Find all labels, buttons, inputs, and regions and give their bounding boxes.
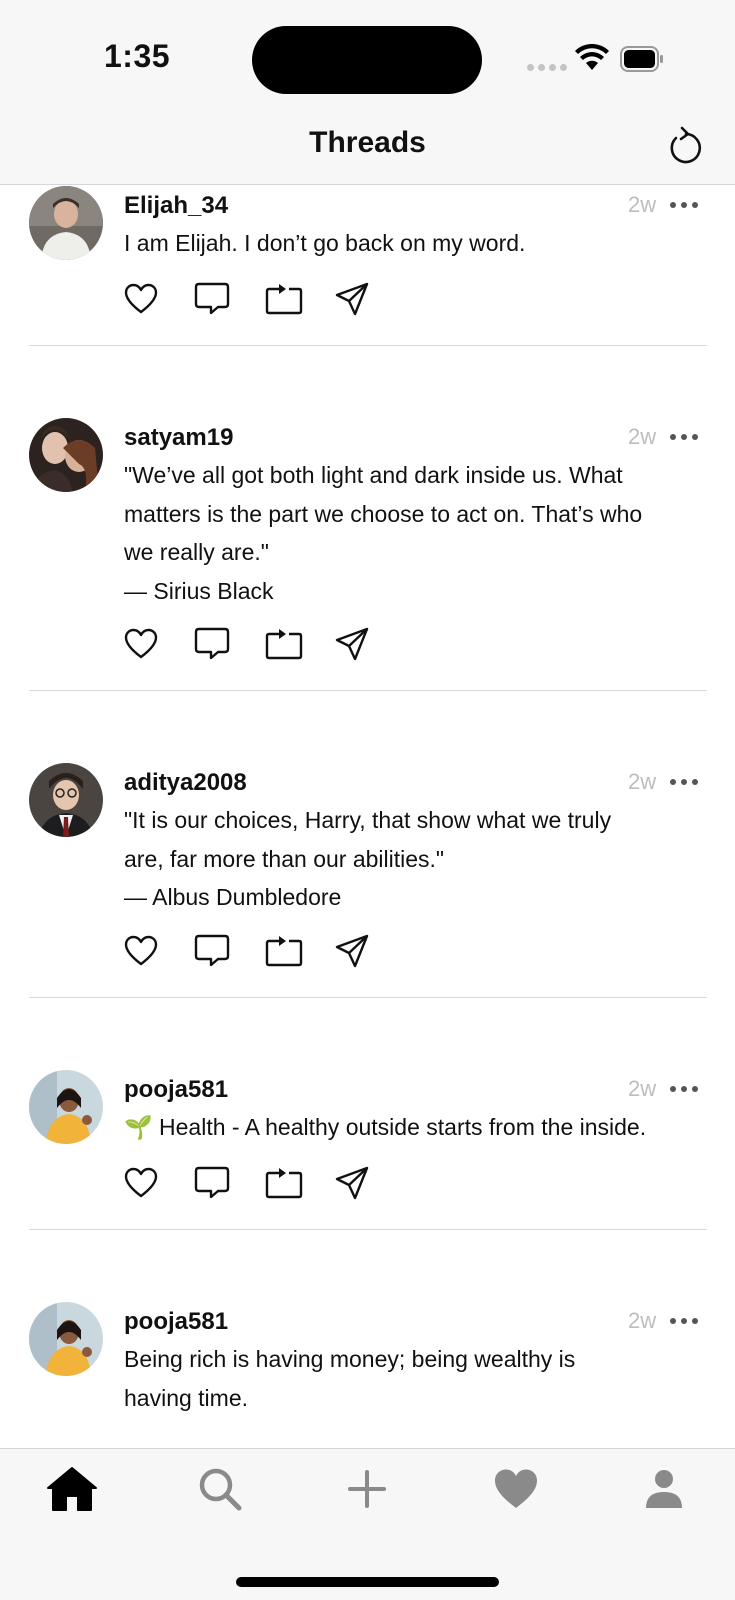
repost-button[interactable] [264,279,334,319]
tab-activity[interactable] [476,1457,556,1521]
post-time: 2w [628,424,657,449]
share-button[interactable] [334,624,404,664]
post-text-line: "It is our choices, Harry, that show wha… [124,807,612,833]
nav-bar: Threads [0,110,735,185]
post-username[interactable]: pooja581 [124,1076,228,1104]
send-icon [335,1166,369,1200]
share-button[interactable] [334,931,404,971]
post-time: 2w [628,192,657,217]
avatar[interactable] [29,418,103,492]
like-button[interactable] [124,279,194,319]
tab-home[interactable] [32,1457,112,1521]
more-options-button[interactable] [670,771,710,793]
tab-search[interactable] [180,1457,260,1521]
dynamic-island [252,26,482,94]
like-button[interactable] [124,624,194,664]
wifi-icon [575,44,609,70]
post-text-line: we really are." [124,539,269,565]
post-username[interactable]: Elijah_34 [124,192,228,220]
post-text: "It is our choices, Harry, that show wha… [124,801,714,917]
more-options-button[interactable] [670,194,710,216]
post-text: Being rich is having money; being wealth… [124,1340,714,1417]
post-text-line: 🌱 Health - A healthy outside starts from… [124,1114,647,1140]
post-text-line: I am Elijah. I don’t go back on my word. [124,230,526,256]
refresh-icon [670,126,702,164]
post-username[interactable]: satyam19 [124,424,233,452]
battery-icon [620,46,663,72]
post-divider [29,997,707,998]
threads-feed[interactable]: Elijah_34 2w I am Elijah. I don’t go bac… [0,186,735,1448]
tab-profile[interactable] [624,1457,704,1521]
home-indicator[interactable] [236,1577,499,1587]
heart-icon [495,1469,537,1508]
post-divider [29,345,707,346]
avatar[interactable] [29,1070,103,1144]
post-text-line: — Sirius Black [124,577,274,604]
like-button[interactable] [124,1163,194,1203]
avatar[interactable] [29,1302,103,1376]
post-text-line: — Albus Dumbledore [124,884,342,910]
repost-icon [265,1168,303,1199]
more-options-button[interactable] [670,1078,710,1100]
comment-icon [194,1166,230,1199]
comment-icon [194,627,230,660]
post-text: "We’ve all got both light and dark insid… [124,456,714,610]
post-time: 2w [628,1076,657,1101]
avatar[interactable] [29,186,103,260]
post-actions [124,279,404,319]
like-button[interactable] [124,931,194,971]
status-bar: 1:35 [0,0,735,110]
send-icon [335,934,369,968]
search-icon [199,1468,242,1511]
avatar[interactable] [29,763,103,837]
post-text: I am Elijah. I don’t go back on my word. [124,224,714,263]
reply-button[interactable] [194,1163,264,1203]
plus-icon [348,1470,386,1508]
heart-icon [124,1167,158,1198]
share-button[interactable] [334,279,404,319]
person-icon [646,1470,682,1508]
post-divider [29,1229,707,1230]
send-icon [335,627,369,661]
post-username[interactable]: aditya2008 [124,769,247,797]
reply-button[interactable] [194,279,264,319]
post-text-line: "We’ve all got both light and dark insid… [124,462,623,488]
heart-icon [124,628,158,659]
post-divider [29,690,707,691]
comment-icon [194,282,230,315]
post-username[interactable]: pooja581 [124,1308,228,1336]
comment-icon [194,934,230,967]
more-options-button[interactable] [670,1310,710,1332]
repost-icon [265,284,303,315]
home-icon [47,1467,97,1511]
post-text-line: matters is the part we choose to act on.… [124,500,643,527]
repost-button[interactable] [264,931,334,971]
heart-icon [124,283,158,314]
heart-icon [124,935,158,966]
post-text-line: having time. [124,1384,249,1411]
post-actions [124,624,404,664]
repost-icon [265,629,303,660]
reply-button[interactable] [194,624,264,664]
post-text-line: Being rich is having money; being wealth… [124,1346,576,1372]
share-button[interactable] [334,1163,404,1203]
cellular-signal-icon [527,64,567,71]
repost-icon [265,936,303,967]
post-time: 2w [628,1308,657,1333]
reply-button[interactable] [194,931,264,971]
page-title: Threads [309,126,426,159]
repost-button[interactable] [264,624,334,664]
post-text: 🌱 Health - A healthy outside starts from… [124,1108,714,1147]
send-icon [335,282,369,316]
repost-button[interactable] [264,1163,334,1203]
tab-compose[interactable] [327,1457,407,1521]
post-actions [124,931,404,971]
post-text-line: are, far more than our abilities." [124,845,445,872]
post-time: 2w [628,769,657,794]
more-options-button[interactable] [670,426,710,448]
post-actions [124,1163,404,1203]
refresh-button[interactable] [662,122,708,170]
status-time: 1:35 [104,38,171,74]
